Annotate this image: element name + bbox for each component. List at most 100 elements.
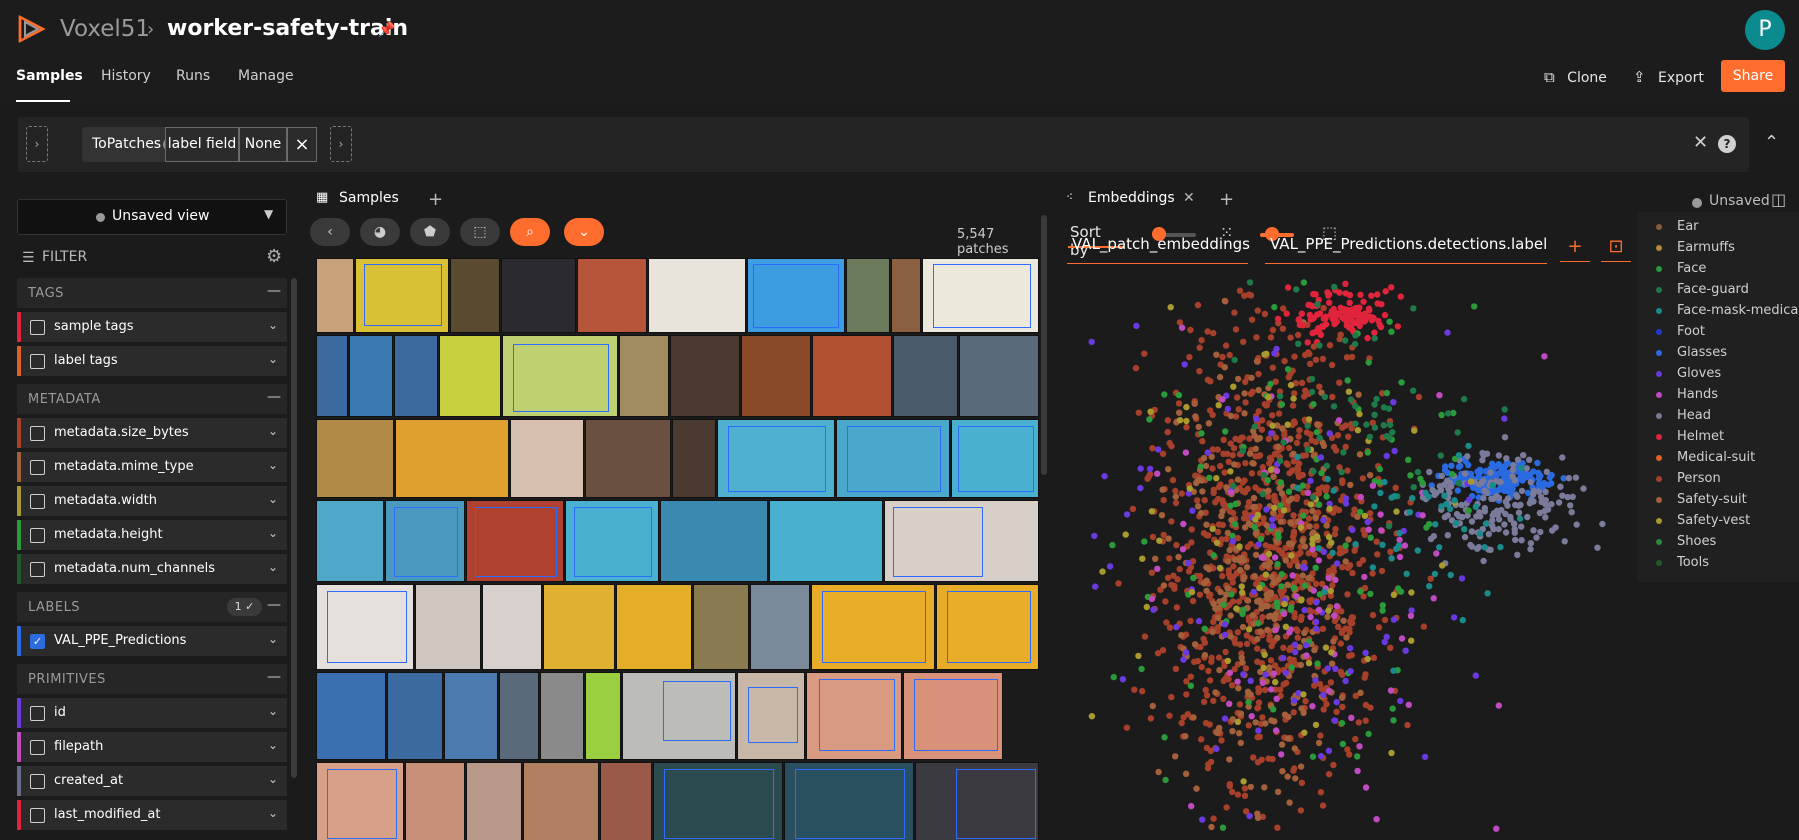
embedding-point[interactable]: [1267, 591, 1274, 598]
embedding-point[interactable]: [1245, 699, 1252, 706]
embedding-point[interactable]: [1298, 613, 1305, 620]
embedding-point[interactable]: [1524, 513, 1531, 521]
sample-tile[interactable]: [482, 584, 542, 670]
sample-tile[interactable]: [394, 335, 438, 417]
embedding-point[interactable]: [1308, 375, 1316, 383]
embedding-point[interactable]: [1362, 784, 1370, 791]
embedding-point[interactable]: [1264, 626, 1271, 634]
embedding-point[interactable]: [1281, 357, 1288, 365]
embedding-point[interactable]: [1370, 654, 1378, 661]
embedding-point[interactable]: [1193, 785, 1200, 792]
embedding-point[interactable]: [1332, 505, 1339, 512]
embedding-point[interactable]: [1259, 679, 1266, 686]
embedding-point[interactable]: [1356, 410, 1363, 418]
embedding-point[interactable]: [1369, 570, 1376, 577]
sample-tile[interactable]: [670, 335, 740, 417]
embedding-point[interactable]: [1527, 479, 1534, 486]
embedding-point[interactable]: [1499, 463, 1506, 471]
embedding-point[interactable]: [1183, 424, 1190, 431]
embedding-point[interactable]: [1195, 617, 1203, 625]
sample-tile[interactable]: [585, 419, 671, 498]
embedding-point[interactable]: [1279, 325, 1287, 332]
embedding-point[interactable]: [1423, 524, 1430, 531]
embedding-point[interactable]: [1165, 466, 1172, 473]
embedding-point[interactable]: [1345, 317, 1353, 324]
embedding-point[interactable]: [1255, 386, 1262, 394]
embedding-point[interactable]: [1123, 724, 1131, 731]
embedding-point[interactable]: [1393, 508, 1400, 515]
view-help-icon[interactable]: ?: [1718, 135, 1736, 153]
embedding-point[interactable]: [1308, 437, 1315, 444]
embedding-point[interactable]: [1260, 471, 1267, 479]
embedding-point[interactable]: [1238, 583, 1245, 590]
brand-name[interactable]: Voxel51: [60, 16, 150, 42]
embedding-point[interactable]: [1388, 749, 1395, 757]
embedding-point[interactable]: [1228, 682, 1236, 689]
embedding-point[interactable]: [1323, 522, 1330, 529]
embedding-point[interactable]: [1236, 566, 1244, 574]
embedding-point[interactable]: [1431, 570, 1439, 578]
embedding-point[interactable]: [1132, 364, 1140, 372]
embedding-point[interactable]: [1390, 667, 1397, 674]
embedding-point[interactable]: [1371, 503, 1378, 510]
embedding-point[interactable]: [1221, 631, 1229, 638]
embedding-point[interactable]: [1161, 391, 1168, 398]
embedding-point[interactable]: [1323, 462, 1330, 469]
sample-tile[interactable]: [316, 500, 384, 582]
embedding-point[interactable]: [1282, 669, 1289, 677]
embedding-point[interactable]: [1480, 494, 1487, 502]
embedding-point[interactable]: [1319, 802, 1327, 809]
embedding-point[interactable]: [1201, 580, 1208, 587]
embedding-point[interactable]: [1099, 568, 1106, 575]
chevron-down-icon[interactable]: ⌄: [268, 352, 278, 366]
embedding-point[interactable]: [1484, 590, 1491, 597]
avatar[interactable]: P: [1745, 10, 1785, 50]
embedding-point[interactable]: [1293, 439, 1301, 447]
embedding-point[interactable]: [1277, 686, 1284, 693]
embedding-point[interactable]: [1088, 338, 1095, 346]
embedding-point[interactable]: [1202, 719, 1210, 727]
embedding-point[interactable]: [1307, 431, 1314, 438]
color-by-select[interactable]: VAL_PPE_Predictions.detections.label: [1265, 232, 1547, 268]
embedding-point[interactable]: [1464, 453, 1471, 460]
embedding-point[interactable]: [1234, 375, 1242, 383]
embedding-point[interactable]: [1444, 512, 1451, 519]
embedding-point[interactable]: [1231, 356, 1238, 364]
embedding-point[interactable]: [1218, 737, 1225, 744]
embedding-point[interactable]: [1326, 430, 1333, 437]
embedding-point[interactable]: [1165, 535, 1172, 542]
section-tags[interactable]: TAGS —: [17, 278, 287, 308]
embedding-point[interactable]: [1282, 557, 1290, 564]
embedding-point[interactable]: [1316, 383, 1323, 390]
embedding-point[interactable]: [1409, 495, 1416, 502]
embedding-point[interactable]: [1326, 342, 1334, 349]
embedding-point[interactable]: [1448, 462, 1455, 469]
sample-tile[interactable]: [355, 258, 449, 333]
embedding-point[interactable]: [1285, 497, 1293, 504]
sample-tile[interactable]: [444, 672, 498, 760]
embedding-point[interactable]: [1334, 432, 1342, 439]
embedding-point[interactable]: [1283, 310, 1290, 317]
embedding-point[interactable]: [1315, 545, 1322, 552]
embedding-point[interactable]: [1325, 771, 1333, 778]
embedding-point[interactable]: [1253, 334, 1260, 341]
embedding-point[interactable]: [1210, 618, 1217, 626]
embedding-point[interactable]: [1217, 588, 1224, 596]
embedding-point[interactable]: [1210, 697, 1217, 704]
embedding-point[interactable]: [1351, 340, 1359, 348]
embedding-point[interactable]: [1274, 315, 1282, 323]
embedding-point[interactable]: [1378, 567, 1386, 575]
embedding-point[interactable]: [1291, 745, 1298, 752]
embedding-point[interactable]: [1203, 744, 1211, 752]
embedding-point[interactable]: [1196, 591, 1204, 598]
embedding-point[interactable]: [1146, 465, 1154, 472]
embedding-point[interactable]: [1168, 442, 1175, 450]
embedding-point[interactable]: [1309, 507, 1316, 515]
embedding-point[interactable]: [1226, 756, 1233, 763]
embedding-point[interactable]: [1176, 409, 1183, 416]
embedding-point[interactable]: [1278, 583, 1285, 590]
embedding-point[interactable]: [1346, 645, 1354, 652]
embedding-point[interactable]: [1204, 328, 1211, 335]
embedding-point[interactable]: [1371, 424, 1379, 431]
embedding-point[interactable]: [1182, 733, 1189, 740]
